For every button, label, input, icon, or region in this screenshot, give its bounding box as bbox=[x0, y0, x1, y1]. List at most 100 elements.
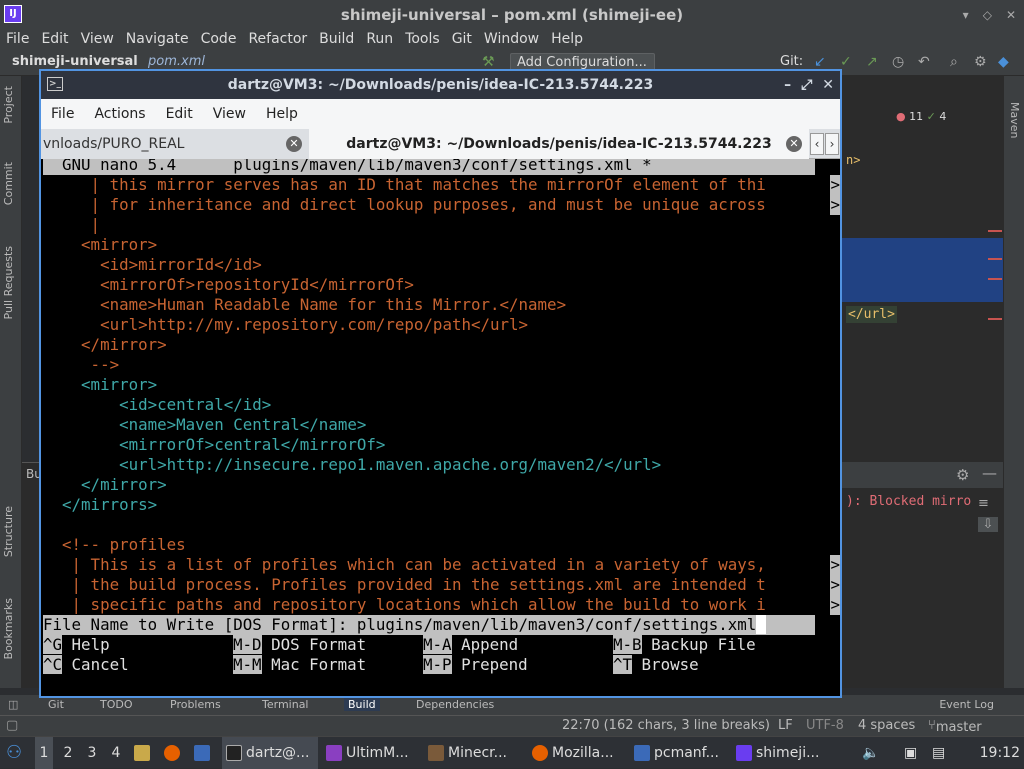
term-menu-file[interactable]: File bbox=[41, 99, 84, 129]
close-icon[interactable]: ✕ bbox=[822, 71, 834, 99]
tool-commit[interactable]: Commit bbox=[2, 162, 15, 205]
jetbrains-icon[interactable]: ◆ bbox=[998, 54, 1009, 70]
git-push-icon[interactable]: ↗ bbox=[866, 54, 878, 70]
ide-menu-navigate[interactable]: Navigate bbox=[120, 28, 195, 50]
workspace-2[interactable]: 2 bbox=[59, 737, 77, 769]
tool-project[interactable]: Project bbox=[2, 86, 15, 124]
ide-window-controls: ▾ ◇ ✕ bbox=[963, 0, 1016, 30]
ide-menu-help[interactable]: Help bbox=[545, 28, 589, 50]
ide-menu-file[interactable]: File bbox=[0, 28, 35, 50]
shortcut-label: Browse bbox=[641, 655, 699, 674]
ide-menu-code[interactable]: Code bbox=[195, 28, 243, 50]
ide-menu-git[interactable]: Git bbox=[446, 28, 478, 50]
caret-position[interactable]: 22:70 (162 chars, 3 line breaks) bbox=[562, 718, 770, 733]
ide-menu-build[interactable]: Build bbox=[313, 28, 360, 50]
shortcut-key: M-B bbox=[613, 635, 642, 654]
maximize-icon[interactable]: ⤢ bbox=[801, 71, 812, 99]
rollback-icon[interactable]: ↶ bbox=[918, 54, 930, 70]
task-terminal[interactable]: dartz@... bbox=[222, 737, 318, 769]
event-log-button[interactable]: Event Log bbox=[939, 698, 994, 711]
file-manager-launcher-icon[interactable] bbox=[134, 737, 154, 769]
shortcut-cancel[interactable]: ^C Cancel bbox=[43, 655, 129, 675]
file-encoding[interactable]: UTF-8 bbox=[806, 718, 844, 733]
tab-scroll-left-icon[interactable]: ‹ bbox=[810, 133, 824, 155]
minimize-icon[interactable]: – bbox=[784, 71, 791, 99]
clock[interactable]: 19:12 bbox=[980, 737, 1020, 769]
tool-pull-requests[interactable]: Pull Requests bbox=[2, 246, 15, 319]
indent-setting[interactable]: 4 spaces bbox=[858, 718, 915, 733]
tool-maven[interactable]: Maven bbox=[1008, 102, 1021, 138]
git-update-icon[interactable]: ↙ bbox=[814, 54, 826, 70]
task-minecraft[interactable]: Minecr... bbox=[428, 737, 524, 769]
breadcrumb-file[interactable]: pom.xml bbox=[148, 54, 205, 69]
error-marker bbox=[988, 318, 1002, 320]
ide-menu-run[interactable]: Run bbox=[360, 28, 399, 50]
save-filename-prompt[interactable]: File Name to Write [DOS Format]: plugins… bbox=[43, 615, 815, 635]
tool-bookmarks[interactable]: Bookmarks bbox=[2, 598, 15, 659]
workspace-4[interactable]: 4 bbox=[107, 737, 125, 769]
ide-menu-window[interactable]: Window bbox=[478, 28, 545, 50]
hammer-icon[interactable]: ⚒ bbox=[482, 54, 495, 70]
terminal-tab-2[interactable]: dartz@VM3: ~/Downloads/penis/idea-IC-213… bbox=[309, 129, 809, 159]
shortcut-prepend[interactable]: M-P Prepend bbox=[423, 655, 528, 675]
close-tab-1-icon[interactable]: ✕ bbox=[286, 136, 302, 152]
tab-problems[interactable]: Problems bbox=[170, 698, 221, 711]
scroll-end-icon[interactable]: ⇩ bbox=[978, 517, 998, 532]
term-menu-view[interactable]: View bbox=[203, 99, 256, 129]
nano-editor[interactable]: GNU nano 5.4 plugins/maven/lib/maven3/co… bbox=[41, 159, 840, 696]
ide-menu-tools[interactable]: Tools bbox=[399, 28, 446, 50]
tab-terminal[interactable]: Terminal bbox=[262, 698, 309, 711]
tool-structure[interactable]: Structure bbox=[2, 506, 15, 557]
term-menu-actions[interactable]: Actions bbox=[84, 99, 155, 129]
inspection-widget[interactable]: ● 11 ✓ 4 bbox=[896, 110, 946, 123]
soft-wrap-icon[interactable]: ≡ bbox=[978, 496, 1002, 511]
workspace-3[interactable]: 3 bbox=[83, 737, 101, 769]
tab-todo[interactable]: TODO bbox=[100, 698, 133, 711]
minimize-icon[interactable]: ▾ bbox=[963, 0, 969, 30]
shortcut-backup-file[interactable]: M-B Backup File bbox=[613, 635, 756, 655]
shortcut-browse[interactable]: ^T Browse bbox=[613, 655, 699, 675]
ide-menu-edit[interactable]: Edit bbox=[35, 28, 74, 50]
terminal-tab-1[interactable]: vnloads/PURO_REAL bbox=[41, 129, 309, 159]
shortcut-mac-format[interactable]: M-M Mac Format bbox=[233, 655, 366, 675]
shortcut-dos-format[interactable]: M-D DOS Format bbox=[233, 635, 366, 655]
task-pcmanfm[interactable]: pcmanf... bbox=[634, 737, 730, 769]
firefox-launcher-icon[interactable] bbox=[164, 737, 184, 769]
ide-menu-view[interactable]: View bbox=[75, 28, 120, 50]
settings-icon[interactable]: ⚙ bbox=[974, 54, 987, 70]
hide-icon[interactable]: — bbox=[982, 464, 997, 482]
editor-line: | bbox=[43, 215, 101, 234]
start-menu-icon[interactable]: ⚇ bbox=[6, 737, 22, 769]
tab-scroll-right-icon[interactable]: › bbox=[825, 133, 839, 155]
task-ultimm[interactable]: UltimM... bbox=[326, 737, 418, 769]
breadcrumb-project[interactable]: shimeji-universal bbox=[12, 54, 138, 69]
nano-header: GNU nano 5.4 plugins/maven/lib/maven3/co… bbox=[43, 159, 815, 175]
layout-icon[interactable]: ▢ bbox=[6, 718, 18, 733]
close-tab-2-icon[interactable]: ✕ bbox=[786, 136, 802, 152]
task-mozilla[interactable]: Mozilla... bbox=[532, 737, 628, 769]
gear-icon[interactable]: ⚙ bbox=[956, 466, 969, 484]
tool-tabs-menu-icon[interactable]: ◫ bbox=[8, 698, 18, 711]
tab-git[interactable]: Git bbox=[48, 698, 64, 711]
tab-build[interactable]: Build bbox=[344, 698, 380, 711]
line-separator[interactable]: LF bbox=[778, 718, 793, 733]
tab-dependencies[interactable]: Dependencies bbox=[416, 698, 494, 711]
term-menu-help[interactable]: Help bbox=[256, 99, 308, 129]
volume-icon[interactable]: 🔈 bbox=[862, 737, 879, 769]
git-branch[interactable]: ⑂ master bbox=[928, 718, 982, 735]
notification-icon[interactable]: ▤ bbox=[932, 737, 945, 769]
workspace-1[interactable]: 1 bbox=[35, 737, 53, 769]
terminal-title-bar[interactable]: >_ dartz@VM3: ~/Downloads/penis/idea-IC-… bbox=[41, 71, 840, 99]
maximize-icon[interactable]: ◇ bbox=[983, 0, 992, 30]
shortcut-append[interactable]: M-A Append bbox=[423, 635, 518, 655]
close-icon[interactable]: ✕ bbox=[1006, 0, 1016, 30]
ide-menu-refactor[interactable]: Refactor bbox=[242, 28, 313, 50]
git-commit-icon[interactable]: ✓ bbox=[840, 54, 852, 70]
desktop-launcher-icon[interactable] bbox=[194, 737, 214, 769]
task-intellij[interactable]: shimeji... bbox=[736, 737, 832, 769]
history-icon[interactable]: ◷ bbox=[892, 54, 904, 70]
network-icon[interactable]: ▣ bbox=[904, 737, 917, 769]
search-icon[interactable]: ⌕ bbox=[950, 54, 958, 70]
term-menu-edit[interactable]: Edit bbox=[156, 99, 203, 129]
shortcut-help[interactable]: ^G Help bbox=[43, 635, 110, 655]
